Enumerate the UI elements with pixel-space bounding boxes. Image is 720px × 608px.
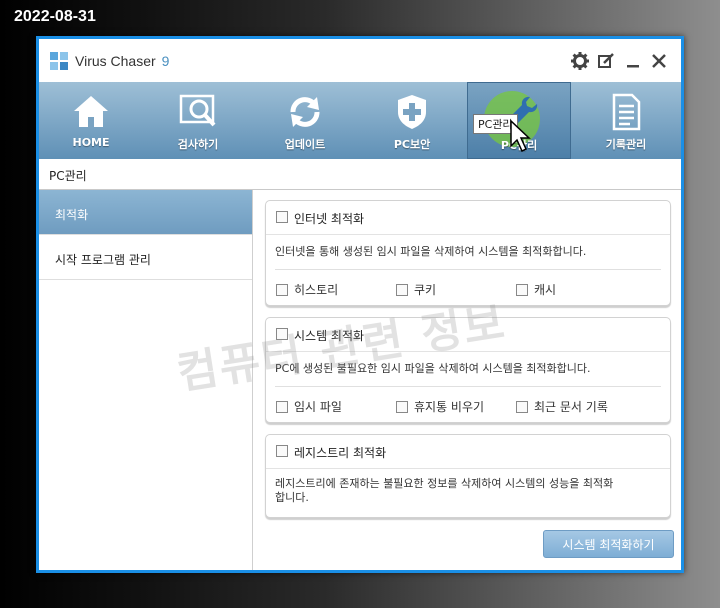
history-checkbox[interactable]: [276, 284, 288, 296]
cookie-label: 쿠키: [414, 283, 437, 297]
nav-update[interactable]: 업데이트: [253, 82, 357, 159]
nav-scan-label: 검사하기: [177, 138, 219, 151]
cache-checkbox[interactable]: [516, 284, 528, 296]
nav-scan[interactable]: 검사하기: [146, 82, 250, 159]
app-name: Virus Chaser: [75, 53, 156, 69]
cache-label: 캐시: [534, 283, 557, 297]
breadcrumb-label: PC관리: [49, 169, 87, 183]
nav-pc-security[interactable]: PC보안: [360, 82, 464, 159]
title-bar: Virus Chaser 9: [39, 39, 681, 82]
nav-home[interactable]: HOME: [39, 82, 143, 159]
sidebar-item-optimize[interactable]: 최적화: [39, 190, 252, 235]
internet-optimize-checkbox[interactable]: [276, 211, 288, 223]
internet-section-desc: 인터넷을 통해 생성된 임시 파일을 삭제하여 시스템을 최적화합니다.: [275, 245, 587, 258]
minimize-icon[interactable]: [623, 51, 643, 71]
nav-update-label: 업데이트: [284, 138, 326, 151]
cookie-checkbox[interactable]: [396, 284, 408, 296]
app-window: Virus Chaser 9 HOME 검사하기 업데이트 PC보안 기록관리 …: [36, 36, 684, 573]
history-label: 히스토리: [294, 283, 339, 297]
refresh-icon: [290, 97, 320, 127]
app-title: Virus Chaser 9: [75, 53, 169, 69]
date-stamp: 2022-08-31: [14, 8, 96, 25]
settings-gear-icon[interactable]: [570, 51, 590, 71]
shield-plus-icon: [398, 95, 426, 129]
temp-files-label: 임시 파일: [294, 400, 342, 414]
recent-docs-label: 최근 문서 기록: [534, 400, 608, 414]
edit-icon[interactable]: [596, 51, 616, 71]
empty-trash-checkbox[interactable]: [396, 401, 408, 413]
registry-section-header: 레지스트리 최적화: [266, 435, 670, 469]
registry-section-title: 레지스트리 최적화: [294, 446, 387, 460]
registry-optimize-checkbox[interactable]: [276, 445, 288, 457]
breadcrumb: PC관리: [39, 159, 681, 190]
registry-section-desc-line2: 합니다.: [275, 491, 309, 504]
recent-docs-checkbox[interactable]: [516, 401, 528, 413]
internet-section-title: 인터넷 최적화: [294, 212, 365, 226]
main-nav-bar: HOME 검사하기 업데이트 PC보안 PC관리 기록관리: [39, 82, 681, 159]
registry-optimize-section: 레지스트리 최적화 레지스트리에 존재하는 불필요한 정보를 삭제하여 시스템의…: [265, 434, 671, 518]
empty-trash-label: 휴지통 비우기: [414, 400, 485, 414]
close-icon[interactable]: [649, 51, 669, 71]
app-version: 9: [161, 53, 170, 69]
sidebar-item-startup-programs[interactable]: 시작 프로그램 관리: [39, 235, 252, 280]
nav-log-management-label: 기록관리: [605, 138, 647, 151]
virus-chaser-logo-icon: [50, 52, 68, 70]
nav-home-label: HOME: [72, 136, 110, 149]
internet-optimize-section: 인터넷 최적화 인터넷을 통해 생성된 임시 파일을 삭제하여 시스템을 최적화…: [265, 200, 671, 306]
mouse-pointer-icon: [510, 120, 531, 152]
nav-pc-security-label: PC보안: [393, 138, 431, 151]
internet-section-header: 인터넷 최적화: [266, 201, 670, 235]
document-icon: [612, 93, 641, 131]
scan-magnifier-icon: [179, 94, 216, 127]
optimize-system-button[interactable]: 시스템 최적화하기: [543, 530, 674, 558]
nav-log-management[interactable]: 기록관리: [574, 82, 678, 159]
registry-section-desc-line1: 레지스트리에 존재하는 불필요한 정보를 삭제하여 시스템의 성능을 최적화: [275, 477, 614, 490]
home-icon: [74, 96, 108, 127]
divider: [275, 269, 661, 270]
temp-files-checkbox[interactable]: [276, 401, 288, 413]
divider: [275, 386, 661, 387]
